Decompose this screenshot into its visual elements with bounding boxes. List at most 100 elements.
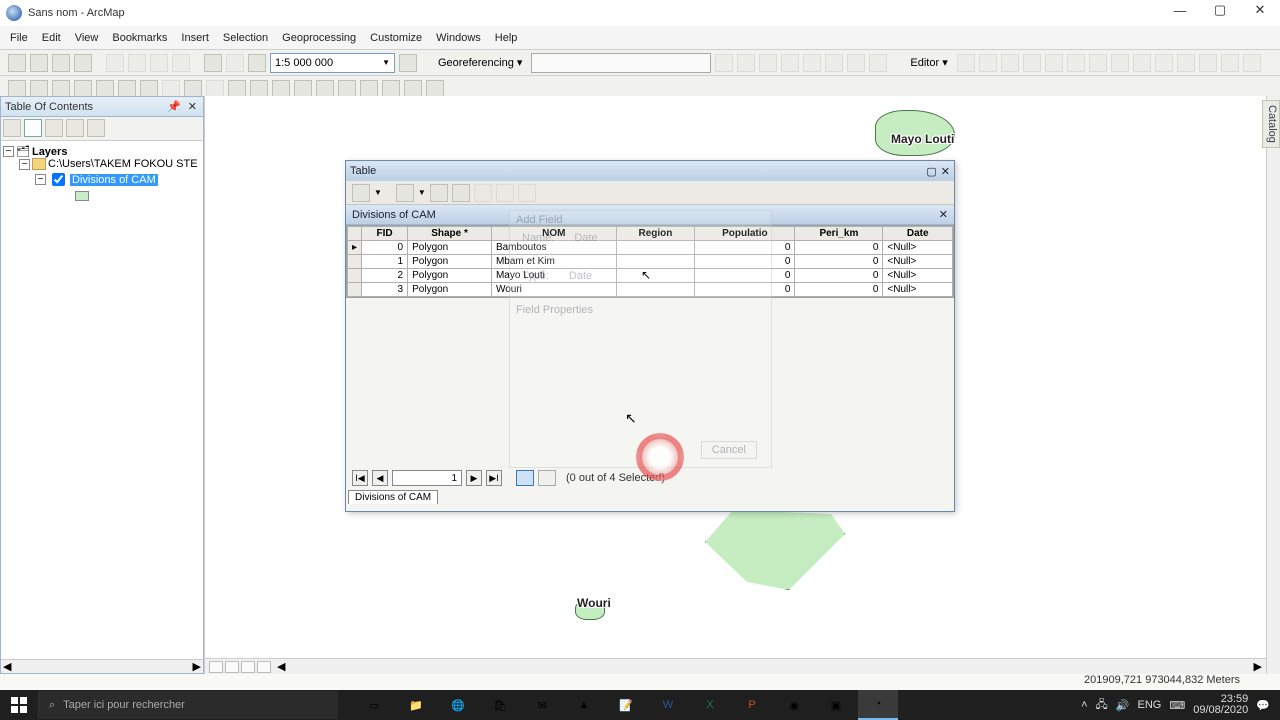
- fixed-zoom-out-icon[interactable]: [118, 80, 136, 98]
- table-row[interactable]: ▸0PolygonBamboutos00<Null>: [348, 241, 953, 255]
- pan-icon[interactable]: [52, 80, 70, 98]
- layoutview-button[interactable]: [225, 661, 239, 673]
- folder-path[interactable]: C:\Users\TAKEM FOKOU STE: [48, 158, 198, 170]
- minimize-button[interactable]: —: [1160, 0, 1200, 20]
- html-popup-icon[interactable]: [294, 80, 312, 98]
- edge-icon[interactable]: 🌐: [438, 690, 478, 720]
- tray-clock[interactable]: 23:59 09/08/2020: [1193, 694, 1248, 716]
- catalog-tab[interactable]: Catalog: [1262, 100, 1280, 148]
- layer-visibility-checkbox[interactable]: [52, 173, 65, 186]
- table-tab[interactable]: Divisions of CAM: [348, 490, 438, 504]
- tray-volume-icon[interactable]: 🔊: [1116, 699, 1130, 712]
- menu-edit[interactable]: Edit: [42, 32, 61, 44]
- maximize-button[interactable]: ▢: [1200, 0, 1240, 20]
- scale-combo[interactable]: 1:5 000 000 ▼: [270, 53, 395, 73]
- related-tables-icon[interactable]: [396, 184, 414, 202]
- explorer-icon[interactable]: 📁: [396, 690, 436, 720]
- new-icon[interactable]: [8, 54, 26, 72]
- powerpoint-icon[interactable]: P: [732, 690, 772, 720]
- nav-prev-icon[interactable]: ◀: [372, 470, 388, 486]
- col-date[interactable]: Date: [883, 227, 953, 241]
- table-maximize-icon[interactable]: ▢: [926, 166, 936, 178]
- col-region[interactable]: Region: [616, 227, 695, 241]
- camtasia-icon[interactable]: ▣: [816, 690, 856, 720]
- menu-help[interactable]: Help: [495, 32, 518, 44]
- table-row[interactable]: 1PolygonMbam et Kim00<Null>: [348, 255, 953, 269]
- collapse-icon[interactable]: −: [3, 146, 14, 157]
- menu-bookmarks[interactable]: Bookmarks: [112, 32, 167, 44]
- identify-icon[interactable]: [250, 80, 268, 98]
- create-viewer-icon[interactable]: [426, 80, 444, 98]
- store-icon[interactable]: 🛍: [480, 690, 520, 720]
- tray-notifications-icon[interactable]: 💬: [1256, 699, 1270, 712]
- pause-button[interactable]: [257, 661, 271, 673]
- arcmap-icon[interactable]: ◔: [858, 690, 898, 720]
- mail-icon[interactable]: ✉: [522, 690, 562, 720]
- fixed-zoom-in-icon[interactable]: [96, 80, 114, 98]
- time-slider-icon[interactable]: [404, 80, 422, 98]
- zoom-in-icon[interactable]: [8, 80, 26, 98]
- layers-root[interactable]: Layers: [32, 146, 67, 158]
- taskbar-search[interactable]: ⌕ Taper ici pour rechercher: [38, 691, 338, 719]
- show-selected-button[interactable]: [538, 470, 556, 486]
- find-icon[interactable]: [338, 80, 356, 98]
- select-by-attr-icon[interactable]: [430, 184, 448, 202]
- menu-view[interactable]: View: [75, 32, 99, 44]
- toc-close-icon[interactable]: ✕: [188, 101, 199, 113]
- table-options-icon[interactable]: [352, 184, 370, 202]
- excel-icon[interactable]: X: [690, 690, 730, 720]
- open-icon[interactable]: [30, 54, 48, 72]
- layer-symbol-swatch[interactable]: [75, 191, 89, 201]
- menu-windows[interactable]: Windows: [436, 32, 481, 44]
- tray-lang[interactable]: ENG: [1138, 699, 1162, 711]
- print-icon[interactable]: [74, 54, 92, 72]
- taskview-icon[interactable]: ▭: [354, 690, 394, 720]
- table-row[interactable]: 3PolygonWouri00<Null>: [348, 283, 953, 297]
- undo-icon[interactable]: [204, 54, 222, 72]
- switch-selection-icon[interactable]: [452, 184, 470, 202]
- col-fid[interactable]: FID: [362, 227, 408, 241]
- show-all-button[interactable]: [516, 470, 534, 486]
- chrome-icon[interactable]: ◉: [774, 690, 814, 720]
- col-peri[interactable]: Peri_km: [795, 227, 883, 241]
- col-populatio[interactable]: Populatio: [695, 227, 795, 241]
- nav-record-input[interactable]: [392, 470, 462, 486]
- toc-tab-selection[interactable]: [66, 119, 84, 137]
- nav-last-icon[interactable]: ▶I: [486, 470, 502, 486]
- save-icon[interactable]: [52, 54, 70, 72]
- vlc-icon[interactable]: ▲: [564, 690, 604, 720]
- table-sub-close-icon[interactable]: ✕: [939, 208, 948, 221]
- word-icon[interactable]: W: [648, 690, 688, 720]
- tray-network-icon[interactable]: 🖧: [1096, 696, 1108, 715]
- close-button[interactable]: ✕: [1240, 0, 1280, 20]
- onenote-icon[interactable]: 📝: [606, 690, 646, 720]
- nav-next-icon[interactable]: ▶: [466, 470, 482, 486]
- table-close-icon[interactable]: ✕: [941, 166, 950, 178]
- collapse-icon[interactable]: −: [35, 174, 46, 185]
- measure-icon[interactable]: [316, 80, 334, 98]
- zoom-out-icon[interactable]: [30, 80, 48, 98]
- goto-xy-icon[interactable]: [382, 80, 400, 98]
- menu-selection[interactable]: Selection: [223, 32, 268, 44]
- add-data-icon[interactable]: [248, 54, 266, 72]
- select-features-icon[interactable]: [184, 80, 202, 98]
- toc-pin-icon[interactable]: 📌: [167, 101, 183, 113]
- nav-first-icon[interactable]: I◀: [352, 470, 368, 486]
- col-nom[interactable]: NOM: [491, 227, 616, 241]
- back-icon[interactable]: [140, 80, 158, 98]
- toc-tab-options[interactable]: [87, 119, 105, 137]
- map-scrollbar-v[interactable]: [1266, 96, 1280, 674]
- menu-geoprocessing[interactable]: Geoprocessing: [282, 32, 356, 44]
- full-extent-icon[interactable]: [74, 80, 92, 98]
- col-shape[interactable]: Shape *: [408, 227, 492, 241]
- toc-tab-draworder[interactable]: [3, 119, 21, 137]
- toc-tab-visibility[interactable]: [45, 119, 63, 137]
- menu-customize[interactable]: Customize: [370, 32, 422, 44]
- toc-scrollbar[interactable]: ◀▶: [1, 659, 203, 673]
- dataview-button[interactable]: [209, 661, 223, 673]
- pointer-icon[interactable]: [228, 80, 246, 98]
- tray-keyboard-icon[interactable]: ⌨: [1169, 699, 1185, 712]
- tray-chevron-icon[interactable]: ˄: [1081, 699, 1087, 711]
- find-route-icon[interactable]: [360, 80, 378, 98]
- toc-tab-source[interactable]: [24, 119, 42, 137]
